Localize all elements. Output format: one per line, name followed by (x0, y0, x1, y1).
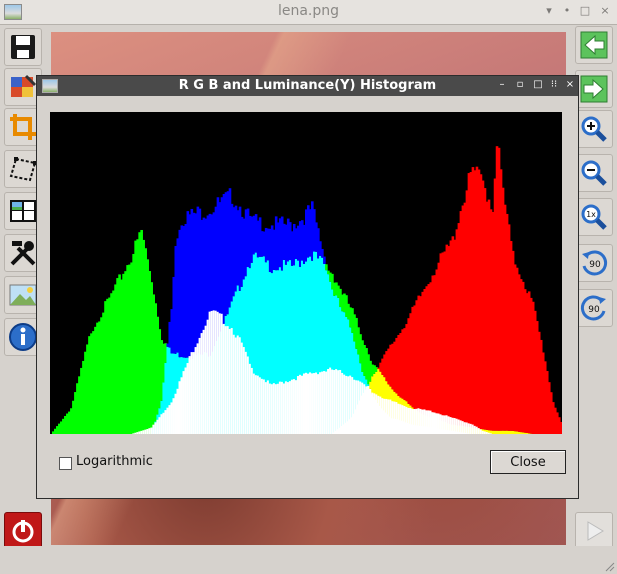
status-bar (0, 546, 617, 574)
close-button[interactable]: Close (490, 450, 566, 474)
dialog-maximize-button[interactable]: □ (531, 78, 545, 92)
resize-grip-icon[interactable] (605, 562, 615, 572)
image-info-icon (9, 284, 37, 306)
save-button[interactable] (4, 28, 42, 66)
perspective-icon (9, 157, 37, 182)
zoom-in-icon (581, 116, 607, 142)
power-button[interactable] (4, 512, 42, 550)
histogram-chart (52, 146, 565, 434)
zoom-actual-size-label: 1x (586, 210, 596, 219)
histogram-bar-135-b (321, 248, 324, 258)
crop-icon (10, 114, 36, 140)
window-menu-button[interactable]: ▾ (542, 4, 556, 18)
rotate-left-button[interactable]: 90 (575, 244, 613, 282)
dialog-restore-button[interactable]: ▫ (513, 78, 527, 92)
histogram-bar-137-g (325, 264, 328, 271)
histogram-bar-254-r (559, 421, 563, 434)
rotate-right-label: 90 (588, 305, 600, 315)
zoom-out-button[interactable] (575, 154, 613, 192)
dialog-menu-button[interactable]: ⁝⁝ (547, 78, 561, 92)
slideshow-play-button[interactable] (575, 512, 613, 550)
arrow-left-icon (580, 31, 608, 59)
logarithmic-label: Logarithmic (76, 454, 153, 469)
window-title: lena.png (277, 3, 340, 19)
window-minimize-button[interactable]: • (560, 4, 574, 18)
dialog-minimize-button[interactable]: – (495, 78, 509, 92)
arrow-right-icon (580, 75, 608, 103)
window-close-button[interactable]: × (598, 4, 612, 18)
main-titlebar: lena.png ▾ • □ × (0, 0, 617, 25)
zoom-out-icon (581, 160, 607, 186)
tools-icon (10, 241, 36, 266)
adjust-colors-icon (11, 74, 37, 97)
rotate-right-button[interactable]: 90 (575, 289, 613, 327)
power-icon (12, 520, 34, 543)
histogram-icon (10, 200, 36, 222)
rotate-left-icon: 90 (582, 250, 608, 276)
zoom-in-button[interactable] (575, 110, 613, 148)
info-icon (9, 323, 37, 351)
zoom-actual-size-icon: 1x (581, 204, 607, 230)
zoom-actual-size-button[interactable]: 1x (575, 198, 613, 236)
dialog-titlebar[interactable]: R G B and Luminance(Y) Histogram – ▫ □ ⁝… (37, 76, 578, 96)
rotate-left-label: 90 (589, 260, 601, 270)
rotate-right-icon: 90 (580, 295, 606, 321)
histogram-dialog: R G B and Luminance(Y) Histogram – ▫ □ ⁝… (36, 75, 579, 499)
previous-image-button[interactable] (575, 26, 613, 64)
play-icon (587, 521, 604, 541)
logarithmic-checkbox[interactable] (59, 457, 72, 470)
save-icon (11, 35, 35, 59)
dialog-close-icon[interactable]: × (563, 78, 577, 92)
window-maximize-button[interactable]: □ (578, 4, 592, 18)
histogram-plot (50, 112, 565, 434)
histogram-bar-136-b (323, 256, 326, 264)
next-image-button[interactable] (575, 70, 613, 108)
